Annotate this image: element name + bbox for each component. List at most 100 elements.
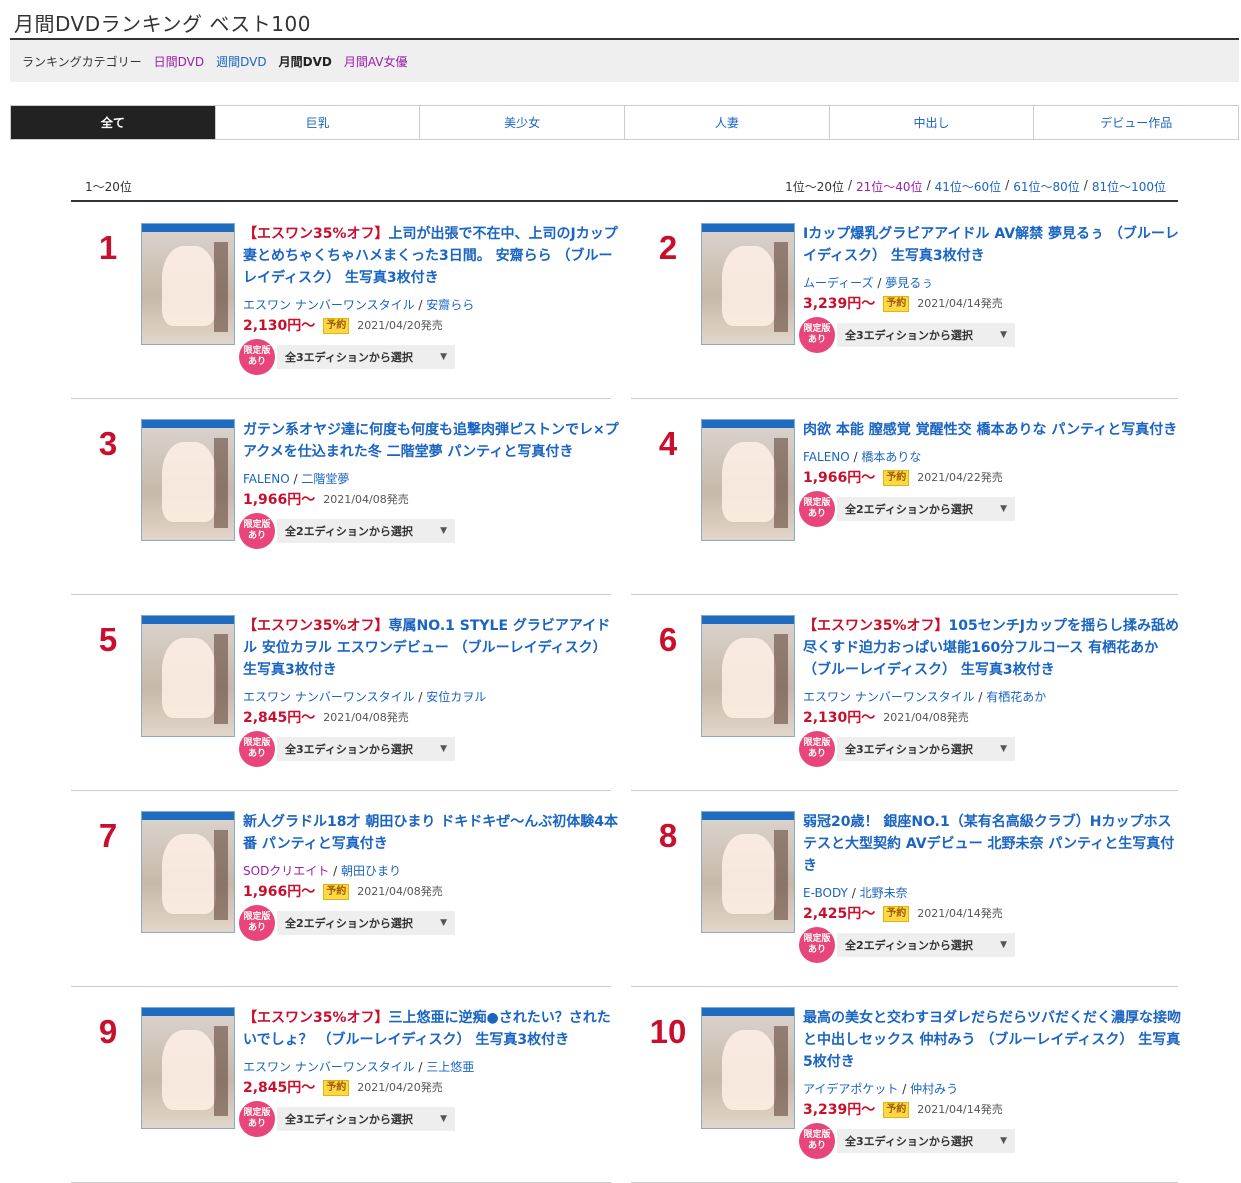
edition-select-label: 全2エディションから選択 (845, 503, 973, 516)
actress-link[interactable]: 夢見るぅ (885, 276, 933, 290)
product-title-text: 弱冠20歳！ 銀座NO.1（某有名高級クラブ）Hカップホステスと大型契約 AVデ… (803, 814, 1175, 874)
limited-edition-badge: 限定版 あり (239, 731, 275, 767)
edition-row: 限定版 あり 全2エディションから選択 ▼ (239, 905, 621, 941)
cover-figure (162, 1030, 216, 1110)
actress-link[interactable]: 安齋らら (426, 298, 474, 312)
actress-link[interactable]: 朝田ひまり (341, 864, 401, 878)
maker-link[interactable]: FALENO (243, 472, 290, 486)
edition-select[interactable]: 全2エディションから選択 ▼ (277, 911, 455, 935)
edition-row: 限定版 あり 全3エディションから選択 ▼ (799, 1123, 1181, 1159)
product-title-link[interactable]: 【エスワン35%オフ】上司が出張で不在中、上司のJカップ妻とめちゃくちゃハメまく… (243, 223, 621, 289)
product-title-link[interactable]: 【エスワン35%オフ】三上悠亜に逆痴●されたい？されたいでしょ？ （ブルーレイデ… (243, 1007, 621, 1051)
limited-edition-badge: 限定版 あり (799, 927, 835, 963)
promo-label: 【エスワン35%オフ】 (243, 1010, 389, 1026)
ranking-item-1: 1 【エスワン35%オフ】上司が出張で不在中、上司のJカップ妻とめちゃくちゃハメ… (71, 203, 618, 399)
actress-link[interactable]: 有栖花あか (986, 690, 1046, 704)
product-title-link[interactable]: 弱冠20歳！ 銀座NO.1（某有名高級クラブ）Hカップホステスと大型契約 AVデ… (803, 811, 1181, 877)
category-link-monthly-actress[interactable]: 月間AV女優 (344, 53, 408, 70)
actress-link[interactable]: 北野未奈 (860, 886, 908, 900)
product-title-link[interactable]: 新人グラドル18才 朝田ひまり ドキドキぜ〜んぶ初体験4本番 パンティと写真付き (243, 811, 621, 855)
pager-61-80[interactable]: 61位〜80位 (1013, 178, 1080, 195)
product-title-link[interactable]: 肉欲 本能 膣感覚 覚醒性交 橋本ありな パンティと写真付き (803, 419, 1181, 441)
limited-label-2: あり (247, 1119, 266, 1129)
maker-link[interactable]: SODクリエイト (243, 864, 329, 878)
product-title-link[interactable]: Iカップ爆乳グラビアアイドル AV解禁 夢見るぅ （ブルーレイディスク） 生写真… (803, 223, 1181, 267)
actress-link[interactable]: 橋本ありな (861, 450, 921, 464)
maker-link[interactable]: アイデアポケット (803, 1082, 898, 1096)
product-thumbnail[interactable] (701, 223, 795, 345)
product-thumbnail[interactable] (141, 615, 235, 737)
product-thumbnail[interactable] (701, 1007, 795, 1129)
edition-select[interactable]: 全3エディションから選択 ▼ (277, 1107, 455, 1131)
edition-select[interactable]: 全3エディションから選択 ▼ (277, 737, 455, 761)
edition-select[interactable]: 全3エディションから選択 ▼ (837, 1129, 1015, 1153)
product-thumbnail[interactable] (141, 419, 235, 541)
edition-select-label: 全3エディションから選択 (285, 351, 413, 364)
edition-row: 限定版 あり 全3エディションから選択 ▼ (239, 339, 621, 375)
edition-select[interactable]: 全2エディションから選択 ▼ (837, 933, 1015, 957)
pager-41-60[interactable]: 41位〜60位 (935, 178, 1002, 195)
pager-separator: / (1083, 178, 1088, 192)
maker-link[interactable]: ムーディーズ (803, 276, 874, 290)
release-date: 2021/04/08発売 (357, 885, 443, 898)
edition-row: 限定版 あり 全2エディションから選択 ▼ (239, 513, 621, 549)
rank-number: 7 (98, 817, 118, 854)
maker-link[interactable]: エスワン ナンバーワンスタイル (803, 690, 975, 704)
dropdown-caret-icon: ▼ (1000, 330, 1007, 340)
product-thumbnail[interactable] (701, 615, 795, 737)
product-title-link[interactable]: 【エスワン35%オフ】専属NO.1 STYLE グラビアアイドル 安位カヲル エ… (243, 615, 621, 681)
limited-edition-badge: 限定版 あり (239, 339, 275, 375)
pager-81-100[interactable]: 81位〜100位 (1092, 178, 1166, 195)
product-thumbnail[interactable] (701, 811, 795, 933)
category-link-daily-dvd[interactable]: 日間DVD (154, 53, 204, 70)
ranking-item-7: 7 新人グラドル18才 朝田ひまり ドキドキぜ〜んぶ初体験4本番 パンティと写真… (71, 791, 618, 987)
limited-label-2: あり (807, 1141, 826, 1151)
actress-link[interactable]: 二階堂夢 (301, 472, 349, 486)
product-thumbnail[interactable] (701, 419, 795, 541)
pager-21-40[interactable]: 21位〜40位 (856, 178, 923, 195)
rank-number: 10 (649, 1013, 687, 1050)
price-line: 1,966円〜 予約 2021/04/22発売 (803, 467, 1181, 489)
tab-all[interactable]: 全て (11, 106, 215, 139)
maker-link[interactable]: E-BODY (803, 886, 848, 900)
product-title-text: 新人グラドル18才 朝田ひまり ドキドキぜ〜んぶ初体験4本番 パンティと写真付き (243, 814, 618, 852)
dropdown-caret-icon: ▼ (440, 352, 447, 362)
tab-creampie[interactable]: 中出し (828, 106, 1034, 139)
tab-beautiful-girl[interactable]: 美少女 (419, 106, 625, 139)
maker-link[interactable]: エスワン ナンバーワンスタイル (243, 298, 415, 312)
blu-ray-banner (142, 616, 234, 624)
price-line: 3,239円〜 予約 2021/04/14発売 (803, 1099, 1181, 1121)
dropdown-caret-icon: ▼ (1000, 504, 1007, 514)
maker-link[interactable]: エスワン ナンバーワンスタイル (243, 1060, 415, 1074)
product-thumbnail[interactable] (141, 1007, 235, 1129)
product-title-link[interactable]: 【エスワン35%オフ】105センチJカップを揺らし揉み舐め尽くすド迫力おっぱい堪… (803, 615, 1181, 681)
edition-select[interactable]: 全3エディションから選択 ▼ (277, 345, 455, 369)
price-line: 2,845円〜 予約 2021/04/20発売 (243, 1077, 621, 1099)
tab-big-breasts[interactable]: 巨乳 (214, 106, 420, 139)
edition-select[interactable]: 全3エディションから選択 ▼ (837, 737, 1015, 761)
edition-select[interactable]: 全2エディションから選択 ▼ (837, 497, 1015, 521)
cover-figure (722, 442, 776, 522)
dropdown-caret-icon: ▼ (440, 526, 447, 536)
maker-link[interactable]: エスワン ナンバーワンスタイル (243, 690, 415, 704)
actress-link[interactable]: 三上悠亜 (426, 1060, 474, 1074)
blu-ray-banner (142, 812, 234, 820)
edition-select-label: 全2エディションから選択 (845, 939, 973, 952)
ranking-item-5: 5 【エスワン35%オフ】専属NO.1 STYLE グラビアアイドル 安位カヲル… (71, 595, 611, 791)
cover-text-block (214, 242, 228, 332)
actress-link[interactable]: 安位カヲル (426, 690, 486, 704)
product-title-link[interactable]: ガテン系オヤジ達に何度も何度も追撃肉弾ピストンでレ×プアクメを仕込まれた冬 二階… (243, 419, 621, 463)
product-title-link[interactable]: 最高の美女と交わすヨダレだらだらツバだくだく濃厚な接吻と中出しセックス 仲村みう… (803, 1007, 1181, 1073)
product-thumbnail[interactable] (141, 223, 235, 345)
actress-link[interactable]: 仲村みう (910, 1082, 958, 1096)
tab-debut[interactable]: デビュー作品 (1033, 106, 1239, 139)
release-date: 2021/04/08発売 (883, 711, 969, 724)
category-link-weekly-dvd[interactable]: 週間DVD (216, 53, 266, 70)
tab-married-woman[interactable]: 人妻 (624, 106, 829, 139)
release-date: 2021/04/14発売 (917, 297, 1003, 310)
edition-select[interactable]: 全2エディションから選択 ▼ (277, 519, 455, 543)
product-thumbnail[interactable] (141, 811, 235, 933)
edition-select[interactable]: 全3エディションから選択 ▼ (837, 323, 1015, 347)
rank-number: 4 (658, 425, 678, 462)
maker-link[interactable]: FALENO (803, 450, 850, 464)
